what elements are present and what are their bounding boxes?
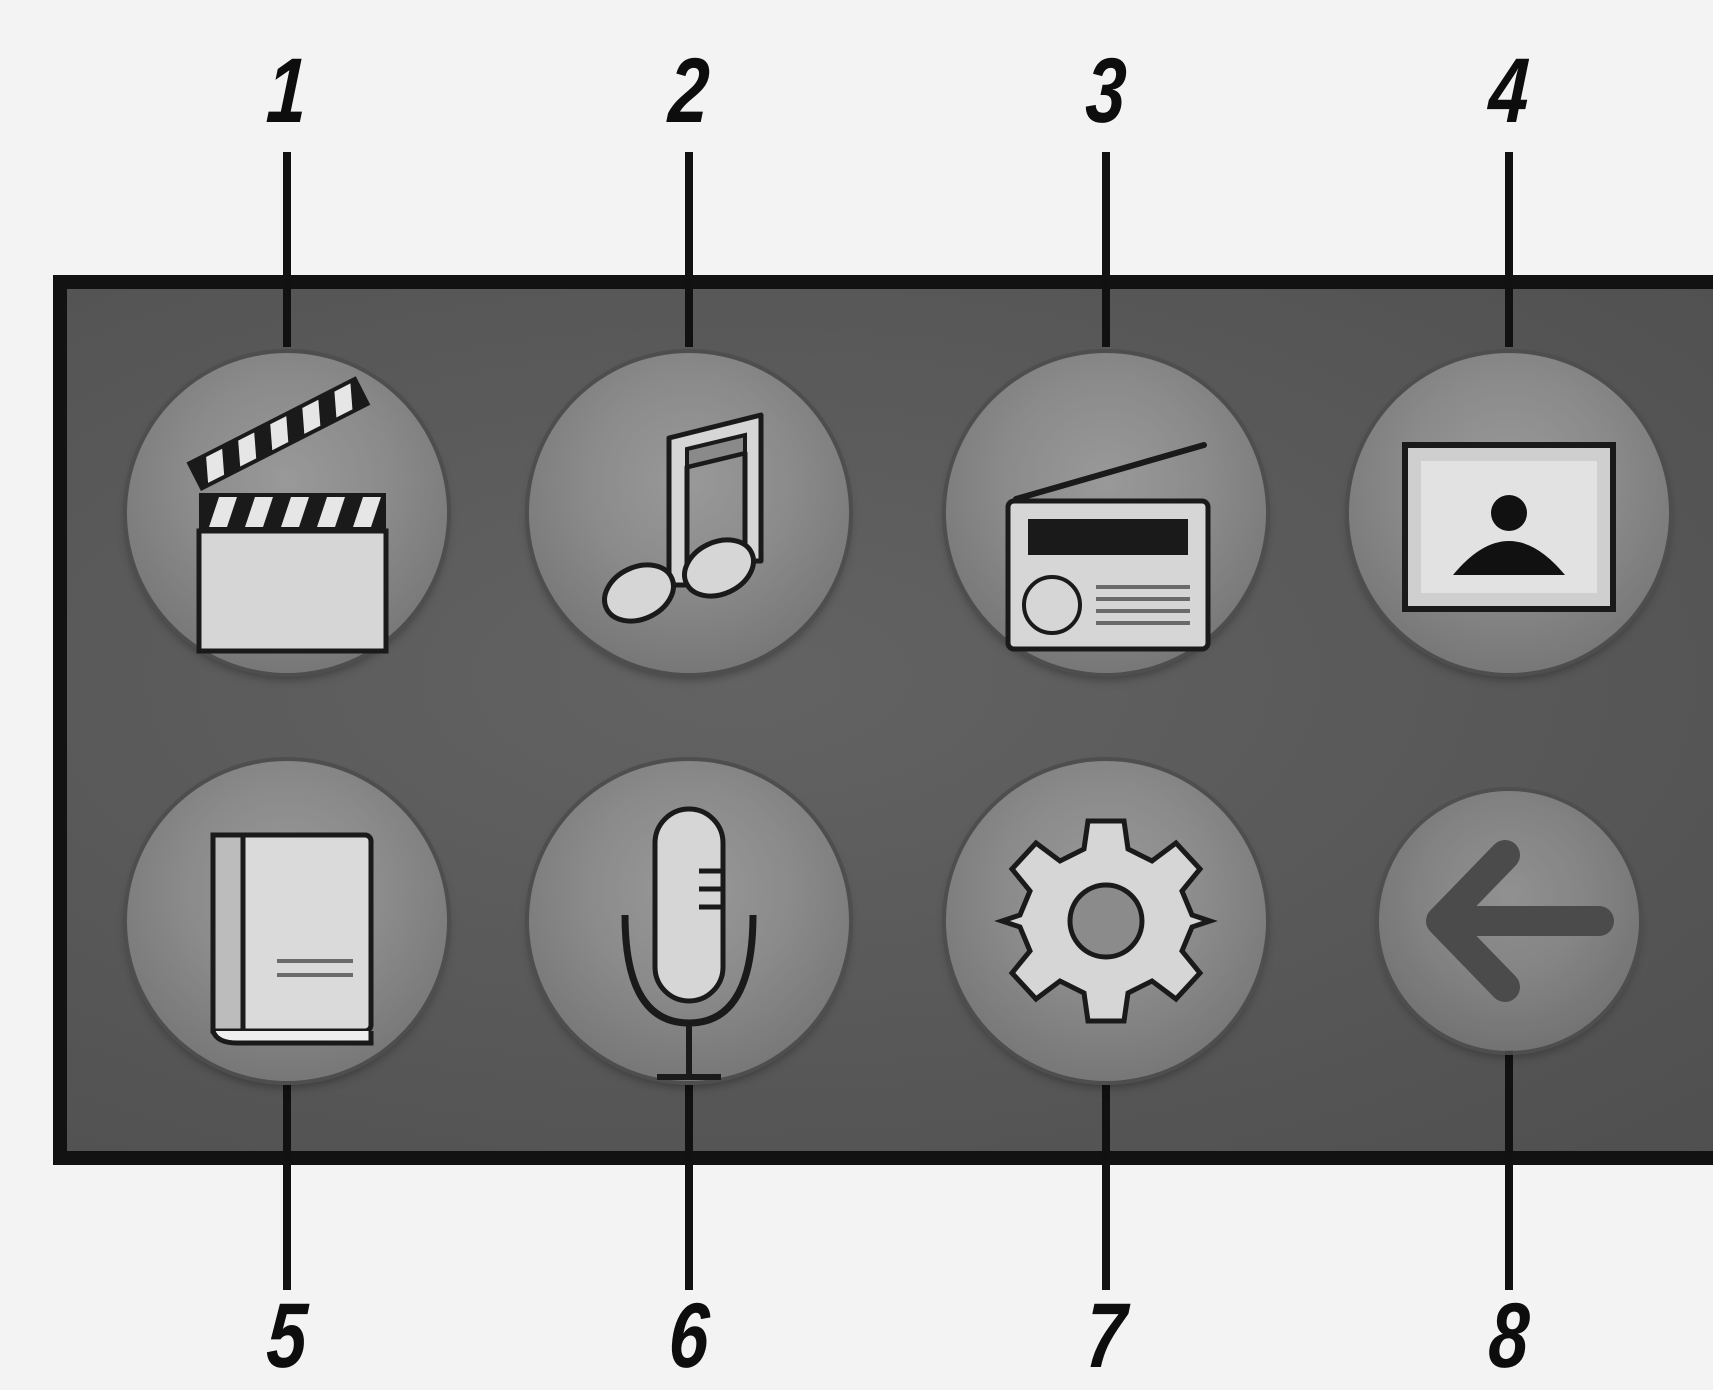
callout-number-7: 7 bbox=[1083, 1285, 1129, 1387]
leader-line-7 bbox=[1102, 1085, 1110, 1290]
movie-clapperboard-icon bbox=[186, 376, 389, 654]
microphone-icon bbox=[621, 806, 757, 1080]
music-note-icon bbox=[602, 412, 764, 624]
gear-icon bbox=[994, 818, 1218, 1024]
book-icon bbox=[210, 832, 374, 1046]
leader-line-6 bbox=[685, 1085, 693, 1290]
callout-number-1: 1 bbox=[264, 40, 310, 142]
callout-number-6: 6 bbox=[666, 1285, 712, 1387]
music-button[interactable] bbox=[529, 353, 849, 673]
leader-line-4 bbox=[1505, 152, 1513, 347]
microphone-button[interactable] bbox=[529, 761, 849, 1081]
callout-number-4: 4 bbox=[1486, 40, 1532, 142]
leader-line-2 bbox=[685, 152, 693, 347]
photo-button[interactable] bbox=[1349, 353, 1669, 673]
callout-number-5: 5 bbox=[264, 1285, 310, 1387]
book-button[interactable] bbox=[127, 761, 447, 1081]
radio-button[interactable] bbox=[946, 353, 1266, 673]
setup-button[interactable] bbox=[946, 761, 1266, 1081]
leader-line-8 bbox=[1505, 1050, 1513, 1290]
leader-line-1 bbox=[283, 152, 291, 347]
radio-icon bbox=[1005, 442, 1211, 652]
callout-number-2: 2 bbox=[666, 40, 712, 142]
back-arrow-icon bbox=[1426, 840, 1614, 1002]
leader-line-3 bbox=[1102, 152, 1110, 347]
callout-number-8: 8 bbox=[1486, 1285, 1532, 1387]
callout-number-3: 3 bbox=[1083, 40, 1129, 142]
back-button[interactable] bbox=[1379, 791, 1639, 1051]
leader-line-5 bbox=[283, 1085, 291, 1290]
movie-button[interactable] bbox=[127, 353, 447, 673]
photo-icon bbox=[1402, 442, 1616, 612]
